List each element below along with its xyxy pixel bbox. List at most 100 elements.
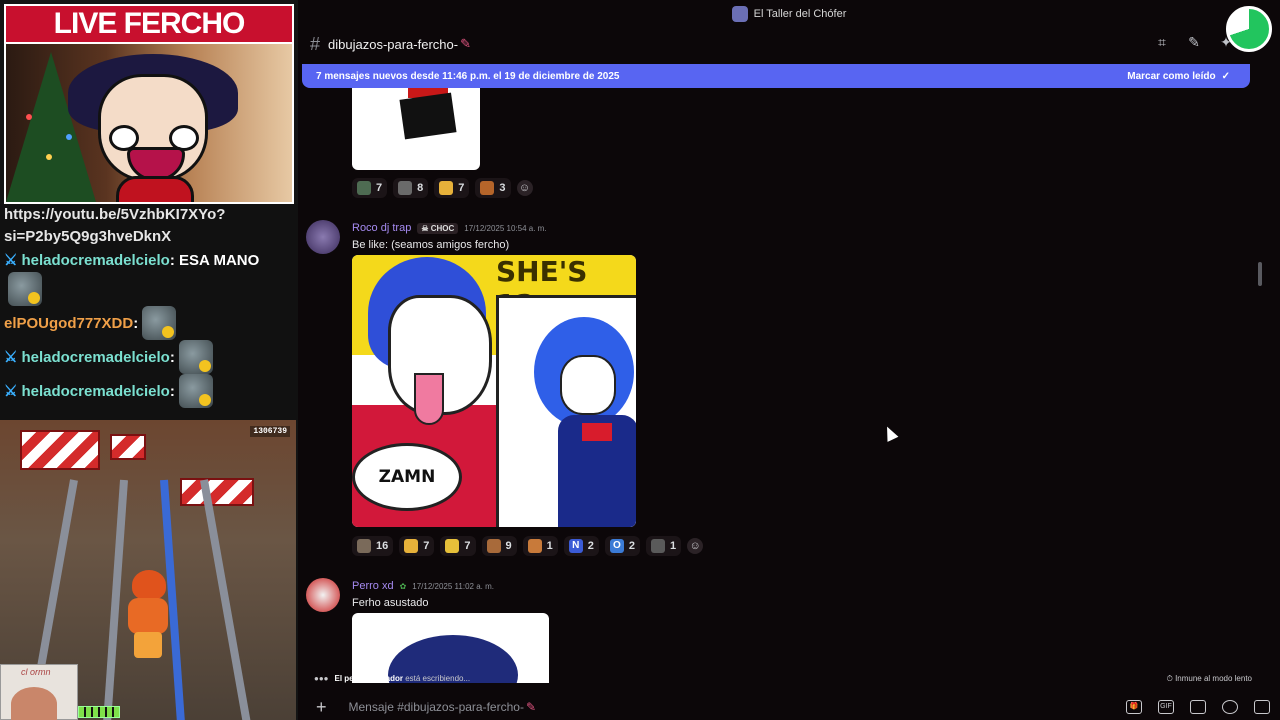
- notification-mute-icon[interactable]: ✎: [1186, 34, 1202, 50]
- reaction[interactable]: 1: [646, 536, 682, 556]
- webcam-avatar: [4, 44, 294, 204]
- emote-icon: [178, 374, 213, 408]
- hash-icon: #: [310, 33, 321, 54]
- window-title: El Taller del Chófer: [753, 8, 847, 20]
- reaction-bar: 16 7 7 9 1 N 2 O 2 1 ☺: [352, 536, 704, 556]
- mouse-cursor-icon: [881, 424, 899, 442]
- chat-username: heladocremadelcielo: [21, 348, 170, 366]
- typing-indicator: ●●● El perro animador está escribiendo..…: [314, 674, 471, 683]
- reaction-emoji-icon: [445, 539, 460, 553]
- title-bar: El Taller del Chófer: [298, 0, 1280, 28]
- message-image[interactable]: SHE'S 12 ZAMN: [352, 255, 636, 527]
- reaction-emoji-icon: [486, 539, 501, 553]
- reaction[interactable]: 1: [522, 536, 558, 556]
- reaction-count: 7: [464, 540, 471, 552]
- message-author[interactable]: Roco dj trap: [352, 222, 411, 234]
- reaction[interactable]: 9: [481, 536, 517, 556]
- pencil-emoji-icon: ✎: [460, 36, 471, 51]
- avatar[interactable]: [306, 220, 340, 254]
- threads-icon[interactable]: ⌗: [1154, 34, 1170, 50]
- reaction-emoji-icon: [398, 181, 413, 195]
- clan-tag[interactable]: ☠ CHOC: [417, 222, 459, 234]
- reaction-count: 16: [376, 540, 389, 552]
- reaction-count: 1: [670, 540, 677, 552]
- apps-icon[interactable]: [1254, 700, 1270, 714]
- streamer-logo: [1226, 6, 1272, 52]
- reaction-emoji-icon: O: [609, 539, 624, 553]
- emote-icon: [142, 306, 177, 340]
- reaction-emoji-icon: [439, 181, 454, 195]
- reaction-count: 8: [417, 182, 424, 194]
- barrier: [20, 430, 100, 470]
- new-messages-banner[interactable]: 7 mensajes nuevos desde 11:46 p.m. el 19…: [302, 64, 1250, 88]
- emote-icon: [178, 340, 213, 374]
- reaction-count: 1: [546, 540, 553, 552]
- message-header: Perro xd ✿ 17/12/2025 11:02 a. m.: [352, 580, 494, 592]
- message-image[interactable]: [352, 613, 549, 683]
- message-image[interactable]: [352, 88, 480, 170]
- reaction[interactable]: 8: [393, 178, 429, 198]
- reaction[interactable]: N2: [563, 536, 599, 556]
- pencil-emoji-icon: ✎: [525, 700, 537, 714]
- gif-icon[interactable]: GIF: [1158, 700, 1174, 714]
- power-meter: [78, 706, 120, 718]
- message-header: Roco dj trap ☠ CHOC 17/12/2025 10:54 a. …: [352, 222, 547, 234]
- gift-icon[interactable]: 🎁: [1126, 700, 1142, 714]
- avatar[interactable]: [306, 578, 340, 612]
- reaction[interactable]: 7: [434, 178, 470, 198]
- slowmode-indicator: ⏱ Inmune al modo lento: [1166, 674, 1252, 683]
- chat-message: ⚔ heladocremadelcielo: ESA MANO: [4, 251, 260, 270]
- chat-username: elPOUgod777XDD: [4, 314, 134, 332]
- reaction-count: 7: [423, 540, 430, 552]
- reaction[interactable]: 7: [440, 536, 476, 556]
- server-icon: [731, 6, 748, 22]
- sticker-icon[interactable]: [1190, 700, 1206, 714]
- reaction-bar: 7 8 7 3 ☺: [352, 178, 533, 198]
- handcam: cl ormn: [0, 664, 78, 720]
- message-input[interactable]: Mensaje #dibujazos-para-fercho-: [349, 700, 524, 714]
- stream-title: LIVE FERCHO REACTION: [4, 4, 294, 76]
- reaction-emoji-icon: [357, 181, 371, 195]
- discord-window: El Taller del Chófer # dibujazos-para-fe…: [298, 0, 1280, 720]
- reaction-count: 2: [628, 540, 635, 552]
- stream-overlay: LIVE FERCHO REACTION https://youtu.be/5V…: [0, 0, 298, 720]
- reaction[interactable]: 16: [352, 536, 394, 556]
- chat-message: ⚔ heladocremadelcielo:: [4, 340, 294, 374]
- barrier: [110, 434, 146, 460]
- typing-dots-icon: ●●●: [314, 674, 329, 683]
- reaction-count: 7: [376, 182, 383, 194]
- reaction-count: 9: [505, 540, 512, 552]
- game-character: [120, 570, 176, 660]
- add-attachment-icon[interactable]: +: [316, 697, 327, 718]
- reaction-count: 3: [499, 182, 506, 194]
- scrollbar[interactable]: [1258, 262, 1262, 286]
- message-text: Be like: (seamos amigos fercho): [352, 239, 510, 251]
- badge-icon: ✿: [399, 581, 407, 591]
- sword-icon: ⚔: [4, 252, 18, 269]
- mark-as-read-button[interactable]: Marcar como leído ✓: [1127, 71, 1230, 82]
- sword-icon: ⚔: [4, 349, 18, 366]
- reaction-count: 2: [587, 540, 594, 552]
- message-text: Ferho asustado: [352, 597, 429, 609]
- add-reaction-icon[interactable]: ☺: [687, 538, 704, 554]
- reaction-emoji-icon: [357, 539, 371, 553]
- add-reaction-icon[interactable]: ☺: [516, 180, 533, 196]
- message-composer[interactable]: + Mensaje #dibujazos-para-fercho- ✎ 🎁 GI…: [298, 694, 1280, 720]
- reaction-emoji-icon: [527, 539, 542, 553]
- message-author[interactable]: Perro xd: [352, 580, 394, 592]
- channel-name: dibujazos-para-fercho-: [328, 36, 459, 52]
- reaction[interactable]: 7: [399, 536, 435, 556]
- reaction[interactable]: O2: [604, 536, 640, 556]
- reaction-emoji-icon: [404, 539, 419, 553]
- reaction[interactable]: 7: [352, 178, 388, 198]
- message-timestamp: 17/12/2025 10:54 a. m.: [464, 223, 547, 233]
- reaction[interactable]: 3: [475, 178, 511, 198]
- reaction-emoji-icon: [651, 539, 665, 553]
- chat-url[interactable]: https://youtu.be/5VzhbKI7XYo? si=P2by5Q9…: [4, 204, 294, 248]
- chat-message: elPOUgod777XDD:: [4, 306, 294, 340]
- chat-text: ESA MANO: [179, 251, 260, 269]
- emoji-icon[interactable]: [1222, 700, 1238, 714]
- check-icon: ✓: [1221, 70, 1230, 82]
- reaction-emoji-icon: [480, 181, 495, 195]
- chat-username: heladocremadelcielo: [21, 251, 170, 269]
